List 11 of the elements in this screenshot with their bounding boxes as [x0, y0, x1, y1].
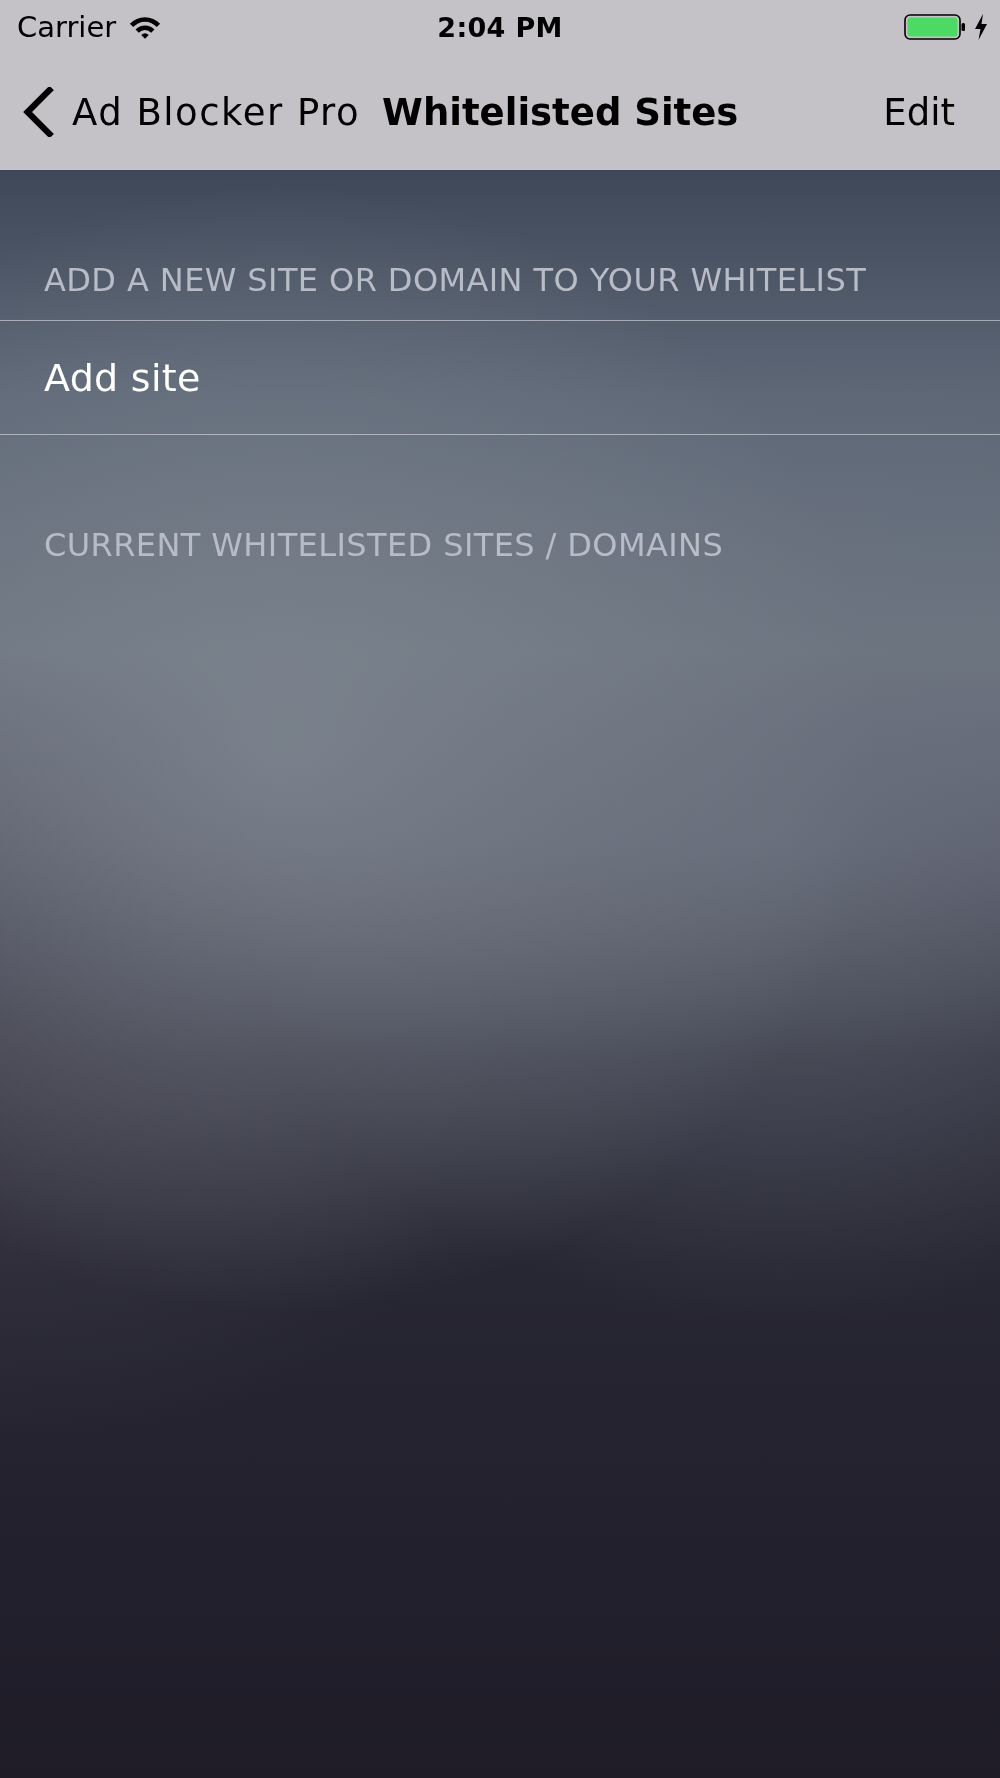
section-header: ADD A NEW SITE OR DOMAIN TO YOUR WHITELIST	[43, 260, 868, 301]
add-site-row[interactable]: Add site	[0, 321, 1000, 434]
back-button[interactable]: Ad Blocker Pro	[22, 87, 361, 137]
section-header: CURRENT WHITELISTED SITES / DOMAINS	[43, 525, 725, 566]
battery-icon	[904, 14, 966, 40]
carrier-name: Carrier	[17, 10, 117, 44]
screen-title: Whitelisted Sites	[382, 90, 739, 134]
back-chevron-icon	[22, 87, 54, 137]
wifi-icon	[128, 14, 163, 40]
edit-button[interactable]: Edit	[883, 90, 955, 134]
status-time: 2:04 PM	[437, 11, 563, 43]
